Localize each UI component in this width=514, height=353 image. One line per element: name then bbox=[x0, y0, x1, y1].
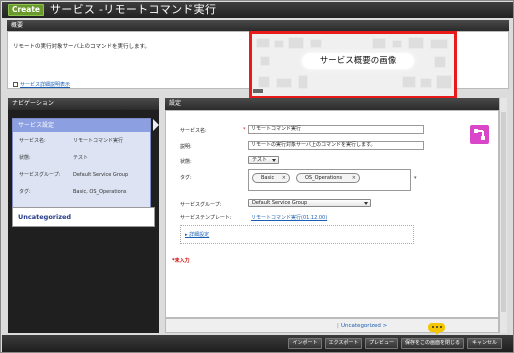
description-label: 説明: bbox=[180, 144, 192, 150]
settings-scrollbar[interactable] bbox=[499, 98, 507, 333]
mosaic-tile bbox=[276, 78, 292, 88]
overview-header: 概要 bbox=[7, 20, 509, 31]
mosaic-tile bbox=[392, 40, 402, 48]
remove-tag-icon[interactable]: × bbox=[282, 174, 286, 182]
nav-row-service-group: サービスグループ: Default Service Group bbox=[13, 169, 150, 181]
overview-description: リモートの実行対象サーバ上のコマンドを実行します。 bbox=[13, 44, 150, 50]
nav-row-value: リモートコマンド実行 bbox=[73, 138, 124, 144]
nav-row-key: タグ: bbox=[19, 189, 31, 195]
mosaic-tile bbox=[258, 76, 270, 88]
preview-button[interactable]: プレビュー bbox=[365, 338, 398, 349]
detail-settings-toggle[interactable]: ▸ 詳細設定 bbox=[185, 231, 209, 238]
mosaic-tile bbox=[274, 40, 284, 48]
scrollbar-thumb[interactable] bbox=[501, 112, 506, 312]
cancel-button[interactable]: キャンセル bbox=[467, 338, 502, 349]
page-title: サービス -リモートコマンド実行 bbox=[50, 3, 217, 16]
service-name-input[interactable]: リモートコマンド実行 bbox=[248, 125, 424, 134]
mosaic-tile bbox=[408, 37, 424, 49]
service-type-icon bbox=[470, 125, 489, 144]
status-select-value: テスト bbox=[252, 157, 268, 163]
service-group-label: サービスグループ: bbox=[180, 202, 222, 208]
service-settings-card[interactable]: サービス設定 サービス名: リモートコマンド実行 状態: テスト サービスグルー… bbox=[12, 118, 151, 210]
detail-settings-section: ▸ 詳細設定 bbox=[180, 225, 414, 244]
document-icon bbox=[13, 82, 18, 87]
service-detail-link[interactable]: サービス詳細説明表示 bbox=[13, 81, 70, 88]
bubble-dot bbox=[436, 326, 438, 328]
nav-uncategorized[interactable]: Uncategorized bbox=[12, 207, 155, 227]
required-mark: * bbox=[243, 127, 246, 133]
status-label: 状態: bbox=[180, 159, 192, 165]
nav-row-key: 状態: bbox=[19, 155, 31, 161]
tag-chip-label: Basic bbox=[261, 175, 275, 181]
chevron-down-icon bbox=[364, 202, 368, 205]
chat-bubble-icon[interactable] bbox=[428, 323, 445, 335]
service-group-select[interactable]: Default Service Group bbox=[248, 199, 371, 207]
icon-connector bbox=[482, 131, 484, 136]
footer-uncategorized-link[interactable]: Uncategorized > bbox=[341, 323, 387, 329]
status-select[interactable]: テスト bbox=[248, 156, 279, 164]
app-window: Create サービス -リモートコマンド実行 概要 リモートの実行対象サーバ上… bbox=[0, 0, 514, 353]
nav-row-value: Default Service Group bbox=[73, 172, 129, 178]
title-bar: Create サービス -リモートコマンド実行 bbox=[2, 2, 513, 18]
save-and-close-button[interactable]: 保存をこの画面を閉じる bbox=[401, 338, 464, 349]
nav-row-key: サービスグループ: bbox=[19, 172, 61, 178]
mosaic-tile bbox=[420, 78, 432, 88]
service-detail-link-label: サービス詳細説明表示 bbox=[20, 82, 71, 88]
nav-row-key: サービス名: bbox=[19, 138, 46, 144]
image-caption: サービス概要の画像 bbox=[302, 53, 414, 69]
mosaic-tile bbox=[372, 38, 386, 49]
export-button[interactable]: エクスポート bbox=[325, 338, 362, 349]
remove-tag-icon[interactable]: × bbox=[352, 174, 356, 182]
mosaic-tile bbox=[402, 76, 416, 88]
mosaic-tile bbox=[288, 37, 304, 49]
tag-chip-basic: Basic × bbox=[252, 173, 290, 183]
service-overview-image: サービス概要の画像 bbox=[249, 31, 457, 99]
service-name-label: サービス名: bbox=[180, 128, 207, 134]
tag-dropdown-icon[interactable]: ▾ bbox=[414, 175, 417, 181]
bubble-dot bbox=[440, 326, 442, 328]
tag-input[interactable]: Basic × OS_Operations × bbox=[248, 169, 411, 191]
nav-row-value: Basic, OS_Operations bbox=[73, 189, 127, 195]
mosaic-tile bbox=[256, 38, 270, 48]
service-group-select-value: Default Service Group bbox=[252, 200, 308, 206]
description-input[interactable]: リモートの実行対象サーバ上のコマンドを実行します。 bbox=[248, 141, 424, 150]
import-button[interactable]: インポート bbox=[288, 338, 322, 349]
mosaic-tile bbox=[298, 75, 308, 89]
settings-footer: | Uncategorized > bbox=[165, 318, 499, 333]
icon-node bbox=[481, 136, 485, 140]
detail-settings-label: 詳細設定 bbox=[189, 232, 210, 238]
mosaic-tile bbox=[260, 56, 270, 66]
create-badge: Create bbox=[8, 4, 44, 16]
tag-label: タグ: bbox=[180, 175, 192, 181]
settings-header: 設定 bbox=[165, 98, 499, 110]
required-fields-note: *未入力 bbox=[172, 258, 190, 264]
nav-row-tags: タグ: Basic, OS_Operations bbox=[13, 186, 150, 198]
selected-card-arrow-icon bbox=[153, 119, 159, 131]
navigation-header: ナビゲーション bbox=[8, 98, 159, 110]
service-settings-card-title: サービス設定 bbox=[13, 119, 150, 132]
service-template-label: サービステンプレート: bbox=[180, 215, 232, 221]
mosaic-tile bbox=[436, 75, 452, 89]
service-template-link[interactable]: リモートコマンド実行(01.12.00) bbox=[251, 214, 327, 221]
nav-row-status: 状態: テスト bbox=[13, 152, 150, 164]
footer-separator: | bbox=[337, 323, 339, 329]
nav-row-service-name: サービス名: リモートコマンド実行 bbox=[13, 135, 150, 147]
bubble-dot bbox=[432, 326, 434, 328]
mosaic-tile bbox=[434, 56, 446, 68]
mosaic-tile bbox=[310, 39, 322, 48]
bottom-action-bar: インポート エクスポート プレビュー 保存をこの画面を閉じる キャンセル bbox=[2, 335, 513, 352]
tag-chip-label: OS_Operations bbox=[305, 175, 343, 181]
nav-row-value: テスト bbox=[73, 155, 89, 161]
navigation-panel: サービス設定 サービス名: リモートコマンド実行 状態: テスト サービスグルー… bbox=[8, 110, 159, 333]
mosaic-tile bbox=[430, 39, 448, 49]
overview-collapse-handle[interactable] bbox=[253, 89, 263, 93]
chevron-down-icon bbox=[272, 159, 276, 162]
tag-chip-os-operations: OS_Operations × bbox=[296, 173, 360, 183]
